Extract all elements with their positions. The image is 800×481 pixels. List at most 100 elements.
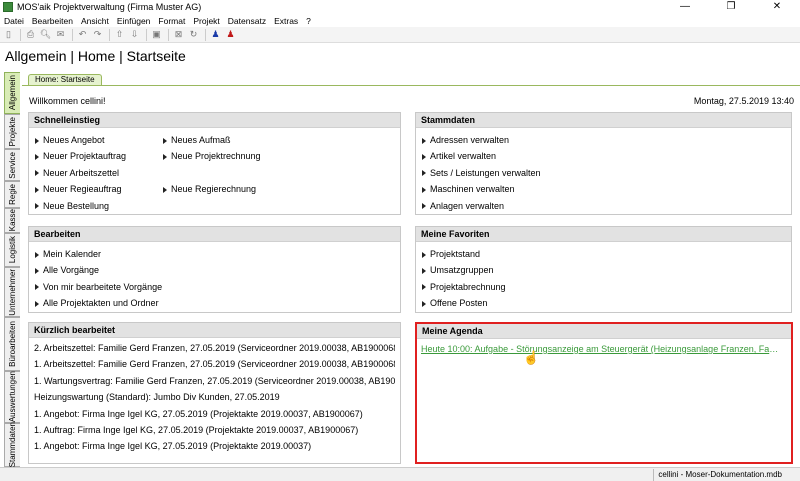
- quick-link-neue-bestellung[interactable]: Neue Bestellung: [35, 198, 163, 214]
- recent-item[interactable]: 1. Auftrag: Firma Inge Igel KG, 27.05.20…: [34, 422, 395, 438]
- link-projektabrechnung[interactable]: Projektabrechnung: [422, 279, 785, 295]
- menu-format[interactable]: Format: [154, 16, 189, 26]
- side-tab-label: Regie: [8, 184, 17, 205]
- side-tab-auswertungen[interactable]: Auswertungen: [4, 371, 20, 423]
- user-blue-icon[interactable]: ♟: [209, 29, 222, 41]
- arrow-up-icon[interactable]: ⇧: [113, 29, 126, 41]
- side-tab-kasse[interactable]: Kasse: [4, 208, 20, 233]
- menu-datensatz[interactable]: Datensatz: [224, 16, 270, 26]
- link-adressen-verwalten[interactable]: Adressen verwalten: [422, 132, 785, 148]
- quick-link-neue-projektrechnung[interactable]: Neue Projektrechnung: [163, 148, 291, 164]
- agenda-item-link[interactable]: Heute 10:00: Aufgabe - Störungsanzeige a…: [421, 342, 783, 356]
- user-red-icon[interactable]: ♟: [224, 29, 237, 41]
- link-artikel-verwalten[interactable]: Artikel verwalten: [422, 148, 785, 164]
- recent-item[interactable]: 1. Angebot: Firma Inge Igel KG, 27.05.20…: [34, 438, 395, 454]
- link-label: Neue Bestellung: [43, 200, 110, 211]
- menu-ansicht[interactable]: Ansicht: [77, 16, 113, 26]
- bullet-icon: [422, 284, 426, 291]
- status-bar: cellini - Moser-Dokumentation.mdb: [0, 467, 800, 481]
- link-label: Mein Kalender: [43, 249, 102, 259]
- find-icon[interactable]: ▣: [150, 29, 163, 41]
- window-controls: — ❐ ✕: [662, 0, 800, 14]
- link-label: Umsatzgruppen: [430, 265, 494, 276]
- mail-icon[interactable]: ✉: [54, 29, 67, 41]
- link-projektstand[interactable]: Projektstand: [422, 246, 785, 262]
- refresh-icon[interactable]: ↻: [187, 29, 200, 41]
- menu-datei[interactable]: Datei: [0, 16, 28, 26]
- minimize-icon[interactable]: —: [662, 0, 708, 14]
- print-icon[interactable]: ⎙: [24, 29, 37, 41]
- link-sets-leistungen-verwalten[interactable]: Sets / Leistungen verwalten: [422, 165, 785, 181]
- bullet-icon: [35, 170, 39, 177]
- bullet-icon: [422, 203, 426, 210]
- link-label: Neuer Projektauftrag: [43, 151, 127, 162]
- tab-home-startseite[interactable]: Home: Startseite: [28, 74, 102, 85]
- main-content: Home: Startseite Willkommen cellini! Mon…: [22, 72, 800, 467]
- quick-link-neue-regierechnung[interactable]: Neue Regierechnung: [163, 181, 291, 197]
- side-tab-label: Service: [8, 151, 17, 179]
- quick-link-neuer-projektauftrag[interactable]: Neuer Projektauftrag: [35, 148, 163, 164]
- breadcrumb: Allgemein | Home | Startseite: [0, 45, 800, 67]
- side-tab-regie[interactable]: Regie: [4, 181, 20, 208]
- quick-link-neuer-regieauftrag[interactable]: Neuer Regieauftrag: [35, 181, 163, 197]
- undo-icon[interactable]: ↶: [76, 29, 89, 41]
- link-label: Neue Projektrechnung: [171, 151, 261, 162]
- welcome-text: Willkommen cellini!: [29, 96, 106, 106]
- arrow-down-icon[interactable]: ⇩: [128, 29, 141, 41]
- panel-title: Schnelleinstieg: [29, 113, 400, 128]
- panel-bearbeiten: Bearbeiten Mein Kalender Alle Vorgänge V…: [28, 226, 401, 313]
- toolbar-separator: [20, 28, 21, 41]
- menu-extras[interactable]: Extras: [270, 16, 302, 26]
- side-tab-label: Projekte: [8, 116, 17, 147]
- bullet-icon: [35, 154, 39, 161]
- bullet-icon: [35, 203, 39, 210]
- toolbar-separator: [205, 28, 206, 41]
- quick-link-neuer-arbeitszettel[interactable]: Neuer Arbeitszettel: [35, 165, 163, 181]
- redo-icon[interactable]: ↷: [91, 29, 104, 41]
- link-mein-kalender[interactable]: Mein Kalender: [35, 246, 394, 262]
- recent-item[interactable]: 1. Wartungsvertrag: Familie Gerd Franzen…: [34, 373, 395, 389]
- panel-kuerzlich-bearbeitet: Kürzlich bearbeitet 2. Arbeitszettel: Fa…: [28, 322, 401, 464]
- side-tab-label: Büroarbeiten: [8, 321, 17, 367]
- side-tab-unternehmer[interactable]: Unternehmer: [4, 267, 20, 317]
- print-preview-icon[interactable]: 🔍︎: [39, 29, 52, 41]
- link-label: Offene Posten: [430, 298, 488, 309]
- link-anlagen-verwalten[interactable]: Anlagen verwalten: [422, 198, 785, 214]
- menu-einfuegen[interactable]: Einfügen: [113, 16, 155, 26]
- recent-item[interactable]: 1. Angebot: Firma Inge Igel KG, 27.05.20…: [34, 406, 395, 422]
- recent-item[interactable]: 1. Arbeitszettel: Familie Gerd Franzen, …: [34, 356, 395, 372]
- link-alle-vorgaenge[interactable]: Alle Vorgänge: [35, 262, 394, 278]
- side-tab-projekte[interactable]: Projekte: [4, 114, 20, 149]
- side-tab-service[interactable]: Service: [4, 149, 20, 181]
- menu-bearbeiten[interactable]: Bearbeiten: [28, 16, 77, 26]
- link-label: Neue Regierechnung: [171, 184, 257, 195]
- link-offene-posten[interactable]: Offene Posten: [422, 295, 785, 311]
- link-maschinen-verwalten[interactable]: Maschinen verwalten: [422, 181, 785, 197]
- bullet-icon: [422, 170, 426, 177]
- bullet-icon: [163, 137, 167, 144]
- panel-meine-favoriten: Meine Favoriten Projektstand Umsatzgrupp…: [415, 226, 792, 313]
- quick-link-neues-aufmass[interactable]: Neues Aufmaß: [163, 132, 291, 148]
- panel-meine-agenda: Meine Agenda Heute 10:00: Aufgabe - Stör…: [415, 322, 793, 464]
- recent-item[interactable]: Heizungswartung (Standard): Jumbo Div Ku…: [34, 389, 395, 405]
- quick-link-neues-angebot[interactable]: Neues Angebot: [35, 132, 163, 148]
- side-tab-logistik[interactable]: Logistik: [4, 233, 20, 267]
- side-tab-stammdaten[interactable]: Stammdaten: [4, 422, 20, 468]
- restore-icon[interactable]: ❐: [708, 0, 754, 14]
- link-label: Projektabrechnung: [430, 281, 506, 292]
- menu-projekt[interactable]: Projekt: [189, 16, 223, 26]
- side-tab-bueroarbeiten[interactable]: Büroarbeiten: [4, 317, 20, 371]
- bullet-icon: [422, 137, 426, 144]
- link-von-mir-bearbeitete-vorgaenge[interactable]: Von mir bearbeitete Vorgänge: [35, 279, 394, 295]
- bullet-icon: [35, 137, 39, 144]
- menu-bar: Datei Bearbeiten Ansicht Einfügen Format…: [0, 14, 800, 27]
- side-tab-allgemein[interactable]: Allgemein: [4, 72, 20, 114]
- link-alle-projektakten-und-ordner[interactable]: Alle Projektakten und Ordner: [35, 295, 394, 311]
- link-umsatzgruppen[interactable]: Umsatzgruppen: [422, 262, 785, 278]
- close-icon[interactable]: ✕: [754, 0, 800, 14]
- recent-item[interactable]: 2. Arbeitszettel: Familie Gerd Franzen, …: [34, 340, 395, 356]
- new-document-icon[interactable]: ▯: [2, 29, 15, 41]
- panel-title: Stammdaten: [416, 113, 791, 128]
- delete-icon[interactable]: ⊠: [172, 29, 185, 41]
- menu-help[interactable]: ?: [302, 16, 315, 26]
